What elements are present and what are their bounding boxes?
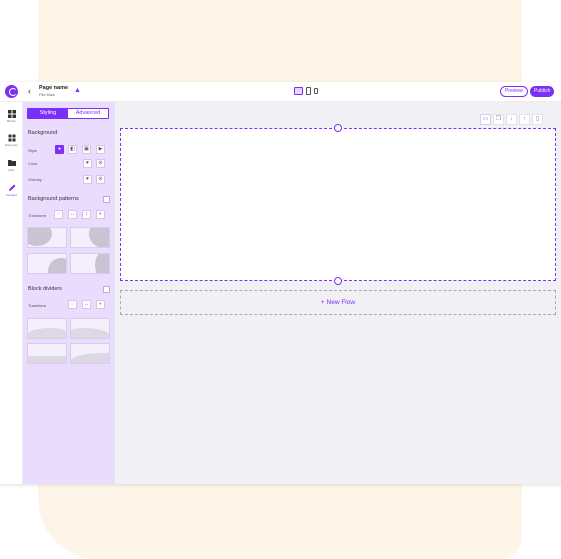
editor-window: ‹ Page name File Main ▲ Preview Publish … — [0, 82, 561, 484]
rail-label: Content — [6, 193, 17, 197]
color-swatch-icon[interactable]: ♥ — [83, 159, 92, 168]
rail-label: Files — [8, 168, 15, 172]
style-image-icon[interactable]: ▣ — [82, 145, 91, 154]
invert-icon[interactable]: ◐ — [96, 210, 105, 219]
overlay-swatch-icon[interactable]: ♥ — [83, 175, 92, 184]
overlay-clear-icon[interactable]: ⊘ — [96, 175, 105, 184]
divider-option[interactable] — [27, 318, 67, 339]
tab-styling[interactable]: Styling — [28, 109, 68, 118]
logo-icon[interactable] — [5, 85, 18, 98]
style-label: Style — [28, 148, 37, 153]
overlay-label: Overlay — [28, 177, 42, 182]
grid-icon — [7, 110, 16, 118]
arrow-down-icon[interactable]: ↓ — [506, 114, 517, 125]
block-toolbar: ▭ ❐ ↓ ↑ ▯ — [480, 114, 543, 125]
flip-horizontal-icon[interactable]: ↔ — [68, 210, 77, 219]
divider-option[interactable] — [27, 343, 67, 364]
dividers-transform-label: Transform — [28, 303, 47, 308]
color-label: Color — [28, 161, 38, 166]
pattern-option[interactable] — [70, 227, 110, 248]
new-flow-button[interactable]: + New Flow — [120, 290, 556, 315]
flip-vertical-icon[interactable]: ↕ — [82, 210, 91, 219]
desktop-icon[interactable] — [294, 87, 303, 95]
flip-horizontal-icon[interactable]: ↔ — [82, 300, 91, 309]
styling-panel: Styling Advanced Background Style ● ◧ ▣ … — [23, 102, 115, 484]
device-switcher — [294, 87, 318, 95]
pattern-option[interactable] — [70, 253, 110, 274]
dividers-checkbox[interactable] — [103, 286, 110, 293]
rotate-icon[interactable]: ◌ — [68, 300, 77, 309]
color-clear-icon[interactable]: ⊘ — [96, 159, 105, 168]
rail-item-content[interactable]: Content — [0, 184, 23, 197]
resize-handle-top[interactable] — [334, 124, 342, 132]
divider-option[interactable] — [70, 318, 110, 339]
publish-button[interactable]: Publish — [530, 86, 555, 97]
style-gradient-icon[interactable]: ◧ — [68, 145, 77, 154]
selected-block[interactable] — [120, 124, 556, 285]
image-icon[interactable]: ▭ — [480, 114, 491, 125]
pattern-option[interactable] — [27, 253, 67, 274]
copy-icon[interactable]: ❐ — [493, 114, 504, 125]
patterns-checkbox[interactable] — [103, 196, 110, 203]
invert-icon[interactable]: ◐ — [96, 300, 105, 309]
rotate-icon[interactable]: ◌ — [54, 210, 63, 219]
preview-button[interactable]: Preview — [500, 86, 528, 97]
style-video-icon[interactable]: ▶ — [96, 145, 105, 154]
rail-item-blocks[interactable]: Blocks — [0, 110, 23, 123]
page-breadcrumb: File Main — [39, 92, 56, 97]
pen-icon — [8, 184, 15, 191]
pattern-option[interactable] — [27, 227, 67, 248]
resize-handle-bottom[interactable] — [334, 277, 342, 285]
trash-icon[interactable]: ▯ — [532, 114, 543, 125]
mobile-icon[interactable] — [314, 88, 318, 94]
panel-tabs: Styling Advanced — [27, 108, 109, 119]
patterns-title: Background patterns — [28, 196, 79, 202]
background-title: Background — [28, 130, 58, 136]
tablet-icon[interactable] — [306, 87, 311, 95]
pin-icon[interactable]: ▲ — [74, 87, 81, 94]
top-bar: ‹ Page name File Main ▲ Preview Publish — [0, 82, 561, 102]
editor-canvas: ▭ ❐ ↓ ↑ ▯ + New Flow — [115, 102, 561, 484]
elements-icon — [7, 134, 15, 142]
chevron-left-icon[interactable]: ‹ — [28, 86, 31, 96]
left-rail: Blocks Elements Files Content — [0, 102, 23, 484]
dividers-title: Block dividers — [28, 286, 62, 292]
transform-label: Transform — [28, 213, 47, 218]
rail-item-files[interactable]: Files — [0, 159, 23, 172]
style-color-icon[interactable]: ● — [55, 145, 64, 154]
rail-label: Elements — [5, 143, 18, 147]
rail-item-elements[interactable]: Elements — [0, 134, 23, 147]
tab-advanced[interactable]: Advanced — [68, 109, 108, 118]
page-name: Page name — [39, 85, 69, 91]
rail-label: Blocks — [7, 119, 16, 123]
folder-icon — [7, 160, 16, 166]
divider-option[interactable] — [70, 343, 110, 364]
arrow-up-icon[interactable]: ↑ — [519, 114, 530, 125]
